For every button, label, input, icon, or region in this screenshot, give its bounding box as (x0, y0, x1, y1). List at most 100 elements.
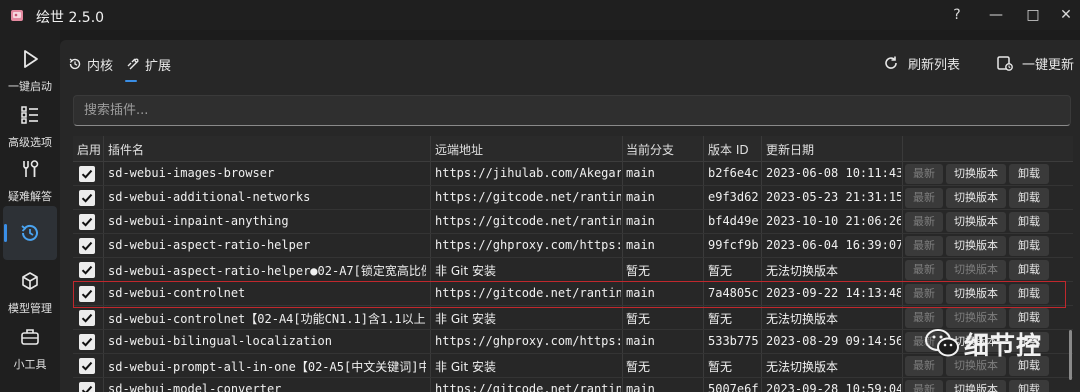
current-branch: main (626, 190, 655, 204)
extensions-table: 启用 插件名 远端地址 当前分支 版本 ID 更新日期 sd-webui-ima… (73, 136, 1073, 392)
sidebar-item-version[interactable] (0, 206, 60, 262)
uninstall-button[interactable]: 卸载 (1009, 164, 1049, 184)
update-all-icon (997, 56, 1013, 71)
maximize-button[interactable]: □ (1020, 2, 1046, 28)
sidebar-item-label: 模型管理 (8, 302, 52, 315)
minimize-button[interactable]: — (983, 2, 1009, 28)
tools-icon (23, 160, 39, 177)
plugin-name: sd-webui-bilingual-localization (108, 334, 332, 348)
search-placeholder: 搜索插件... (84, 103, 149, 118)
latest-button[interactable]: 最新 (905, 260, 943, 280)
enable-checkbox[interactable] (79, 310, 95, 326)
update-date: 无法切换版本 (766, 360, 839, 374)
current-branch: main (626, 238, 655, 252)
window-title: 绘世 2.5.0 (36, 10, 105, 26)
latest-button[interactable]: 最新 (905, 380, 943, 392)
uninstall-button[interactable]: 卸载 (1009, 188, 1049, 208)
cube-icon (22, 272, 38, 290)
version-id: b2f6e4c (708, 166, 759, 180)
switch-version-button[interactable]: 切换版本 (946, 164, 1006, 184)
tab-label: 扩展 (145, 58, 172, 74)
version-id: 暂无 (708, 312, 733, 326)
wechat-logo-icon (925, 329, 959, 357)
switch-version-button[interactable]: 切换版本 (946, 212, 1006, 232)
sidebar-item-label: 疑难解答 (8, 190, 52, 203)
checkmark-icon (81, 265, 93, 275)
current-branch: 暂无 (626, 360, 651, 374)
update-date: 2023-06-08 10:11:43 (766, 166, 901, 180)
checkmark-icon (81, 217, 93, 227)
current-branch: 暂无 (626, 264, 651, 278)
checkmark-icon (81, 169, 93, 179)
enable-checkbox[interactable] (79, 238, 95, 254)
enable-checkbox[interactable] (79, 214, 95, 230)
list-settings-icon (21, 106, 38, 124)
update-date: 无法切换版本 (766, 312, 839, 326)
header-enabled: 启用 (77, 143, 102, 157)
sidebar-item-models[interactable]: 模型管理 (0, 266, 60, 322)
enable-checkbox[interactable] (79, 262, 95, 278)
table-row: sd-webui-aspect-ratio-helper https://ghpr… (73, 234, 1073, 258)
remote-url: 非 Git 安装 (435, 312, 496, 326)
checkmark-icon (81, 361, 93, 371)
enable-checkbox[interactable] (79, 334, 95, 350)
update-all-button[interactable]: 一键更新 (996, 52, 1074, 74)
current-branch: main (626, 214, 655, 228)
update-all-label: 一键更新 (1022, 57, 1075, 73)
switch-version-button[interactable]: 切换版本 (946, 260, 1006, 280)
table-row: sd-webui-aspect-ratio-helper●02-A7[锁定宽高比… (73, 258, 1073, 282)
current-branch: main (626, 334, 655, 348)
update-date: 2023-05-23 21:31:15 (766, 190, 901, 204)
sidebar-item-launch[interactable]: 一键启动 (0, 44, 60, 100)
latest-button[interactable]: 最新 (905, 164, 943, 184)
toolbox-icon (21, 329, 39, 345)
remote-url: https://gitcode.net/ranting (435, 214, 621, 228)
tab-extensions[interactable]: 扩展 (126, 54, 171, 74)
uninstall-button[interactable]: 卸载 (1009, 236, 1049, 256)
enable-checkbox[interactable] (79, 382, 95, 392)
plugin-name: sd-webui-aspect-ratio-helper (108, 238, 311, 252)
latest-button[interactable]: 最新 (905, 212, 943, 232)
sidebar-item-label: 高级选项 (8, 136, 52, 149)
switch-version-button[interactable]: 切换版本 (946, 236, 1006, 256)
update-date: 2023-09-28 10:59:04 (766, 382, 901, 392)
help-button[interactable]: ? (944, 2, 970, 28)
plugin-name: sd-webui-controlnet【02-A4[功能CN1.1]含1.1以上… (108, 312, 426, 326)
sidebar-item-tools[interactable]: 小工具 (0, 322, 60, 378)
update-date: 2023-10-10 21:06:26 (766, 214, 901, 228)
search-input[interactable]: 搜索插件... (73, 95, 1071, 126)
header-branch: 当前分支 (626, 143, 675, 157)
remote-url: 非 Git 安装 (435, 264, 496, 278)
history-icon (21, 224, 38, 241)
uninstall-button[interactable]: 卸载 (1009, 212, 1049, 232)
latest-button[interactable]: 最新 (905, 188, 943, 208)
header-plugin-name: 插件名 (108, 143, 145, 157)
plugin-name: sd-webui-model-converter (108, 382, 282, 392)
enable-checkbox[interactable] (79, 166, 95, 182)
table-row: sd-webui-inpaint-anything https://gitcode… (73, 210, 1073, 234)
table-row: sd-webui-bilingual-localization https://g… (73, 330, 1073, 354)
enable-checkbox[interactable] (79, 358, 95, 374)
scrollbar-thumb[interactable] (1069, 330, 1072, 380)
uninstall-button[interactable]: 卸载 (1009, 380, 1049, 392)
active-tab-indicator (125, 80, 137, 82)
tab-kernel[interactable]: 内核 (68, 54, 113, 74)
table-row: sd-webui-model-converter https://gitcode.… (73, 378, 1073, 392)
latest-button[interactable]: 最新 (905, 236, 943, 256)
version-id: 533b775 (708, 334, 759, 348)
update-date: 2023-06-04 16:39:07 (766, 238, 901, 252)
plugin-name: sd-webui-images-browser (108, 166, 275, 180)
switch-version-button[interactable]: 切换版本 (946, 188, 1006, 208)
enable-checkbox[interactable] (79, 190, 95, 206)
close-button[interactable]: ✕ (1053, 2, 1079, 28)
refresh-list-button[interactable]: 刷新列表 (882, 52, 960, 74)
switch-version-button[interactable]: 切换版本 (946, 380, 1006, 392)
sidebar-item-advanced[interactable]: 高级选项 (0, 100, 60, 156)
sidebar-item-label: 小工具 (13, 358, 47, 371)
current-branch: 暂无 (626, 312, 651, 326)
remote-url: https://jihulab.com/Akegara (435, 166, 621, 180)
puzzle-icon (127, 58, 139, 70)
sidebar-item-troubleshoot[interactable]: 疑难解答 (0, 154, 60, 210)
table-row: sd-webui-controlnet【02-A4[功能CN1.1]含1.1以上… (73, 306, 1073, 330)
uninstall-button[interactable]: 卸载 (1009, 260, 1049, 280)
